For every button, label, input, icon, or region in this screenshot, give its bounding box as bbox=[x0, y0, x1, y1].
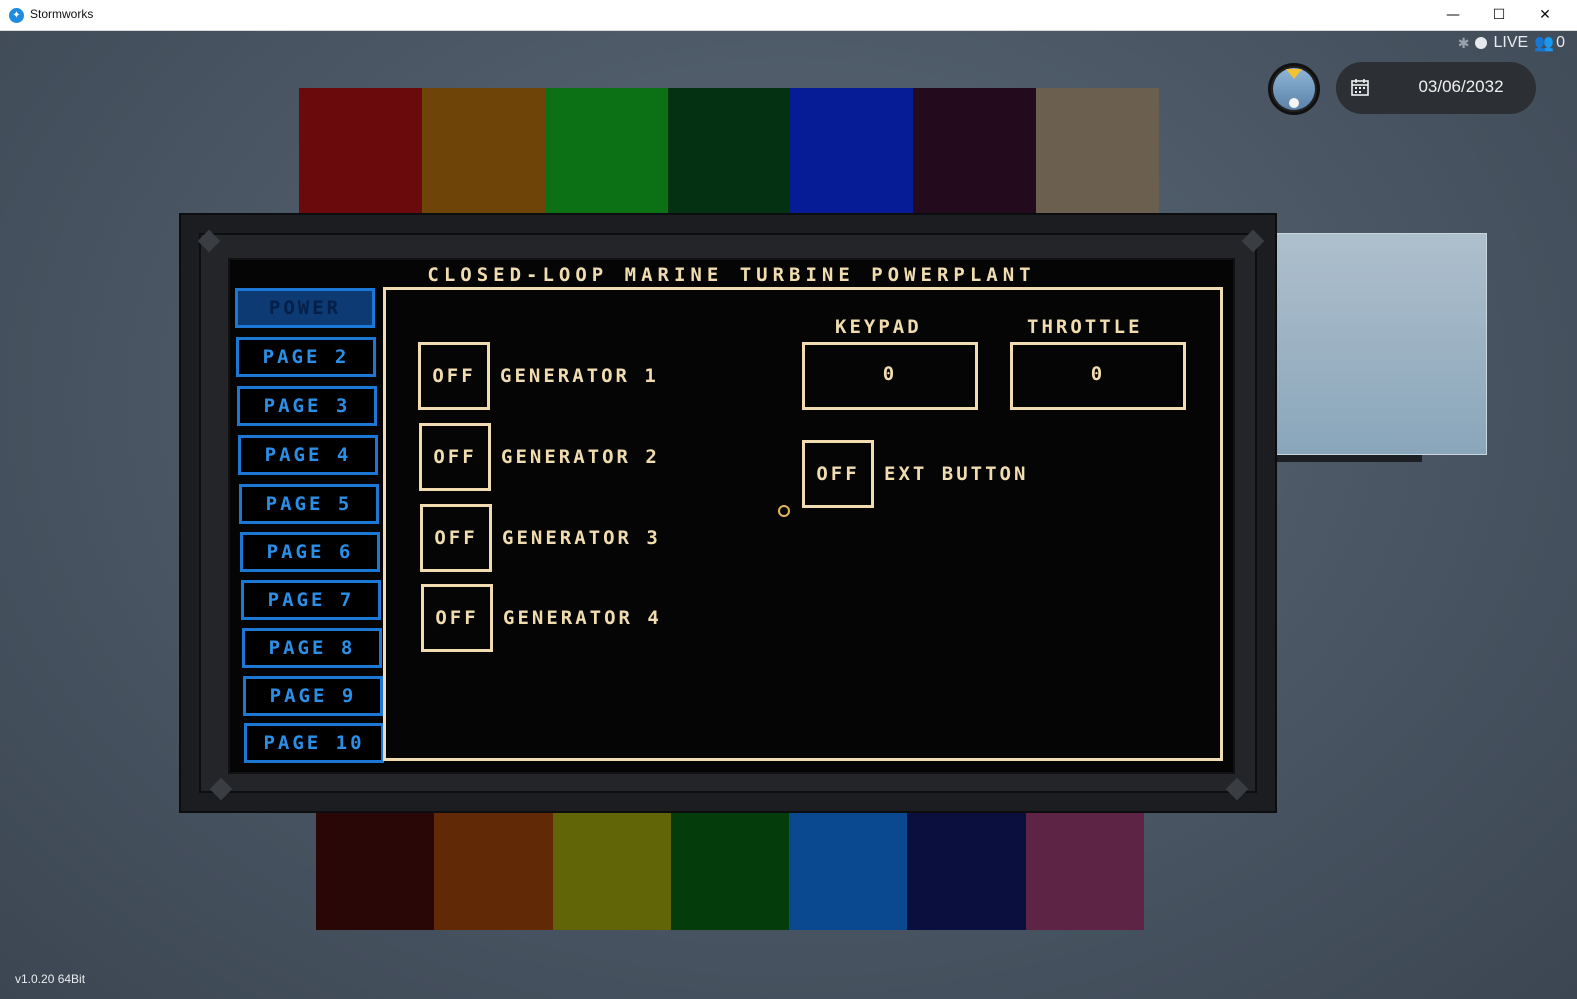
screen-title: CLOSED-LOOP MARINE TURBINE POWERPLANT bbox=[427, 264, 1036, 286]
top-swatch-5 bbox=[790, 88, 914, 218]
throttle-input[interactable]: 0 bbox=[1010, 342, 1186, 410]
date-text: 03/06/2032 bbox=[1418, 77, 1504, 96]
nav-button-page-8[interactable]: PAGE 8 bbox=[242, 628, 382, 668]
monitor-screen: CLOSED-LOOP MARINE TURBINE POWERPLANT PO… bbox=[228, 258, 1235, 774]
keypad-input[interactable]: 0 bbox=[802, 342, 978, 410]
bottom-swatch-2 bbox=[434, 810, 553, 930]
generator-1-toggle[interactable]: OFF bbox=[418, 342, 490, 410]
ext-button-toggle[interactable]: OFF bbox=[802, 440, 874, 508]
throttle-label: THROTTLE bbox=[1027, 316, 1143, 338]
compass-widget bbox=[1268, 63, 1320, 115]
generator-4-label: GENERATOR 4 bbox=[503, 607, 662, 629]
version-label: v1.0.20 64Bit bbox=[15, 972, 86, 986]
keypad-label: KEYPAD bbox=[835, 316, 922, 338]
live-indicator-icon bbox=[1475, 37, 1488, 49]
window-title: Stormworks bbox=[30, 7, 94, 21]
top-swatch-6 bbox=[913, 88, 1037, 218]
compass-indicator bbox=[1289, 98, 1299, 108]
bottom-swatch-5 bbox=[789, 810, 908, 930]
live-label: LIVE bbox=[1493, 34, 1529, 51]
color-strip-top bbox=[299, 88, 1160, 218]
nav-button-page-4[interactable]: PAGE 4 bbox=[238, 435, 378, 475]
date-display: 03/06/2032 bbox=[1336, 62, 1536, 114]
top-swatch-2 bbox=[421, 88, 545, 218]
nav-button-page-6[interactable]: PAGE 6 bbox=[240, 532, 380, 572]
cursor-icon bbox=[778, 505, 790, 517]
nav-button-page-5[interactable]: PAGE 5 bbox=[239, 484, 379, 524]
bottom-swatch-7 bbox=[1025, 810, 1144, 930]
hud-status: ✱ LIVE 👥 0 bbox=[1458, 33, 1565, 53]
app-logo-icon: ✦ bbox=[9, 8, 24, 23]
generator-3-toggle[interactable]: OFF bbox=[420, 504, 492, 572]
maximize-button[interactable]: ☐ bbox=[1476, 0, 1522, 30]
players-count: 0 bbox=[1556, 34, 1565, 51]
minimize-button[interactable]: — bbox=[1430, 0, 1476, 30]
power-panel: OFF GENERATOR 1 OFF GENERATOR 2 OFF GENE… bbox=[383, 287, 1223, 761]
compass-needle-icon bbox=[1286, 69, 1302, 79]
bottom-swatch-6 bbox=[907, 810, 1026, 930]
nav-button-page-2[interactable]: PAGE 2 bbox=[236, 337, 376, 377]
nav-button-power[interactable]: POWER bbox=[235, 288, 375, 328]
glass-block bbox=[1275, 233, 1487, 455]
nav-button-page-9[interactable]: PAGE 9 bbox=[243, 676, 383, 716]
bug-icon: ✱ bbox=[1457, 34, 1470, 51]
players-icon: 👥 bbox=[1534, 35, 1555, 52]
nav-button-page-10[interactable]: PAGE 10 bbox=[244, 723, 384, 763]
color-strip-bottom bbox=[316, 810, 1144, 930]
monitor-frame: CLOSED-LOOP MARINE TURBINE POWERPLANT PO… bbox=[179, 213, 1277, 813]
close-button[interactable]: ✕ bbox=[1522, 0, 1568, 30]
generator-3-label: GENERATOR 3 bbox=[502, 527, 661, 549]
generator-2-toggle[interactable]: OFF bbox=[419, 423, 491, 491]
generator-2-label: GENERATOR 2 bbox=[501, 446, 660, 468]
bottom-swatch-1 bbox=[316, 810, 435, 930]
bottom-swatch-3 bbox=[552, 810, 671, 930]
ext-button-label: EXT BUTTON bbox=[884, 463, 1029, 485]
top-swatch-4 bbox=[667, 88, 791, 218]
window-titlebar: ✦ Stormworks — ☐ ✕ bbox=[0, 0, 1577, 31]
generator-1-label: GENERATOR 1 bbox=[500, 365, 659, 387]
top-swatch-1 bbox=[299, 88, 422, 218]
bottom-swatch-4 bbox=[670, 810, 790, 930]
calendar-icon bbox=[1351, 79, 1369, 96]
generator-4-toggle[interactable]: OFF bbox=[421, 584, 493, 652]
top-swatch-3 bbox=[544, 88, 668, 218]
nav-button-page-3[interactable]: PAGE 3 bbox=[237, 386, 377, 426]
nav-button-page-7[interactable]: PAGE 7 bbox=[241, 580, 381, 620]
top-swatch-7 bbox=[1036, 88, 1160, 218]
